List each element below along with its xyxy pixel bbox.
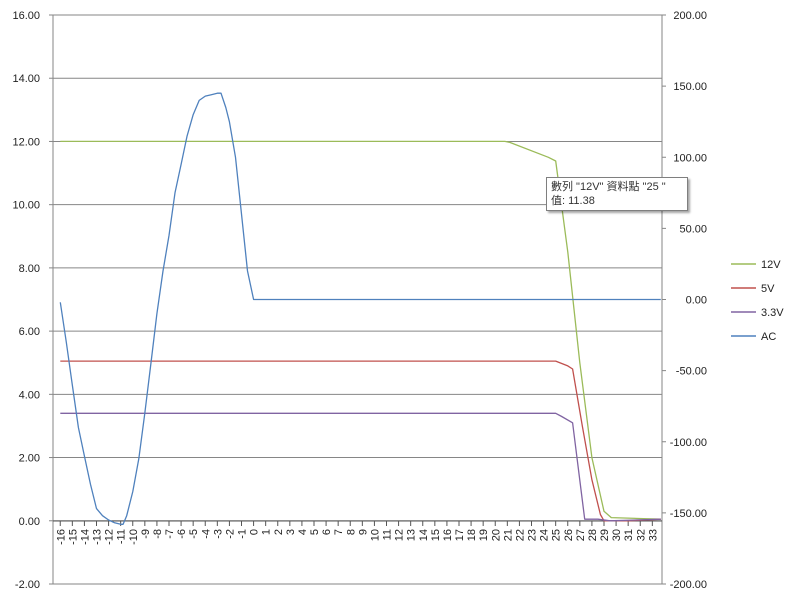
- x-tick-label: 9: [357, 529, 369, 535]
- data-point-tooltip: 數列 "12V" 資料點 "25 " 值: 11.38: [546, 177, 688, 211]
- chart-container: 16.00 14.00 12.00 10.00 8.00 6.00 4.00 2.00 0.00…: [0, 0, 800, 600]
- x-tick-label: 13: [406, 529, 418, 541]
- x-tick-label: 25: [551, 529, 563, 541]
- x-tick-label: -13: [92, 529, 104, 545]
- x-tick-label: -1: [237, 529, 249, 539]
- x-tick-label: -14: [79, 529, 91, 545]
- y-left-tick-label: 16.00: [12, 10, 40, 22]
- x-tick-label: -12: [104, 529, 116, 545]
- y-right-tick-label: -50.00: [676, 366, 707, 378]
- y-left-tick-label: 14.00: [12, 73, 40, 85]
- y-left-tick-label: 0.00: [19, 516, 40, 528]
- x-tick-label: -11: [116, 529, 128, 544]
- x-tick-label: 32: [635, 529, 647, 541]
- x-tick-label: 12: [394, 529, 406, 541]
- x-tick-label: -9: [140, 529, 152, 539]
- x-tick-label: 2: [273, 529, 285, 535]
- x-tick-label: 11: [382, 529, 394, 540]
- series-line-3-3v: [60, 412, 661, 522]
- legend-label: 12V: [761, 259, 781, 271]
- y-left-tick-label: 8.00: [19, 263, 40, 275]
- x-tick-label: -5: [188, 529, 200, 539]
- y-right-tick-label: 150.00: [673, 81, 707, 93]
- y-left-tick-label: -2.00: [15, 579, 40, 591]
- x-tick-label: -15: [67, 529, 79, 545]
- x-tick-label: 33: [647, 529, 659, 541]
- x-tick-label: 28: [587, 529, 599, 541]
- x-tick-label: 27: [575, 529, 587, 541]
- y-right-tick-label: -100.00: [670, 437, 707, 449]
- x-tick-label: 19: [478, 529, 490, 541]
- y-left-tick-label: 6.00: [19, 326, 40, 338]
- x-tick-label: 29: [599, 529, 611, 541]
- x-tick-label: 3: [285, 529, 297, 535]
- x-tick-label: -3: [212, 529, 224, 539]
- x-tick-label: -2: [224, 529, 236, 539]
- x-tick-label: 1: [261, 529, 273, 535]
- x-tick-label: 0: [249, 529, 261, 535]
- legend: 12V 5V 3.3V AC: [731, 259, 784, 343]
- x-tick-label: 24: [539, 529, 551, 541]
- y-right-tick-label: 0.00: [686, 295, 707, 307]
- tooltip-series-line: 數列 "12V" 資料點 "25 ": [551, 181, 666, 193]
- x-tick-label: -10: [128, 529, 140, 545]
- x-tick-label: 7: [333, 529, 345, 535]
- x-tick-label: 6: [321, 529, 333, 535]
- x-tick-label: 22: [514, 529, 526, 541]
- x-tick-label: 20: [490, 529, 502, 541]
- x-tick-label: -8: [152, 529, 164, 539]
- x-tick-label: -6: [176, 529, 188, 539]
- legend-label: AC: [761, 331, 776, 343]
- x-tick-label: 31: [623, 529, 635, 541]
- x-tick-label: 14: [418, 529, 430, 541]
- series-line-5v: [60, 360, 661, 522]
- x-tick-label: 21: [502, 529, 514, 541]
- x-tick-label: -16: [55, 529, 67, 545]
- series-lines: [59, 92, 661, 525]
- x-tick-label: 5: [309, 529, 321, 535]
- y-right-tick-label: -200.00: [670, 579, 707, 591]
- x-tick-label: 30: [611, 529, 623, 541]
- x-tick-label: 8: [345, 529, 357, 535]
- y-right-tick-label: -150.00: [670, 508, 707, 520]
- legend-label: 3.3V: [761, 307, 784, 319]
- x-tick-label: 10: [369, 529, 381, 541]
- series-line-ac: [59, 92, 661, 525]
- y-right-tick-label: 100.00: [673, 152, 707, 164]
- x-tick-label: -4: [200, 529, 212, 539]
- tooltip-value-line: 值: 11.38: [551, 195, 595, 207]
- x-tick-label: 16: [442, 529, 454, 541]
- y-left-tick-label: 12.00: [12, 136, 40, 148]
- legend-label: 5V: [761, 283, 775, 295]
- x-tick-label: 15: [430, 529, 442, 541]
- x-tick-label: 26: [563, 529, 575, 541]
- x-tick-label: -7: [164, 529, 176, 539]
- y-left-tick-label: 4.00: [19, 389, 40, 401]
- x-tick-label: 18: [466, 529, 478, 541]
- x-tick-label: 23: [527, 529, 539, 541]
- line-chart: 16.0014.0012.0010.008.006.004.002.000.00…: [12, 10, 784, 591]
- y-right-tick-label: 200.00: [673, 10, 707, 22]
- x-tick-label: 17: [454, 529, 466, 541]
- x-tick-label: 4: [297, 529, 309, 535]
- y-left-tick-label: 2.00: [19, 453, 40, 465]
- y-left-tick-label: 10.00: [12, 200, 40, 212]
- y-right-tick-label: 50.00: [679, 223, 707, 235]
